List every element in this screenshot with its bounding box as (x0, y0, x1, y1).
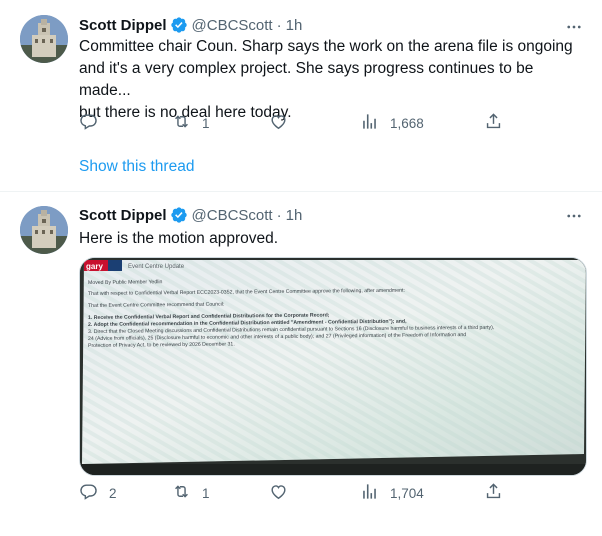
retweet-button[interactable]: 1 (172, 112, 210, 134)
more-icon[interactable] (562, 17, 586, 37)
tweet-photo[interactable]: gary Event Centre Update Moved By Public… (79, 257, 587, 476)
retweet-count: 1 (202, 115, 210, 131)
photo-of-monitor: gary Event Centre Update Moved By Public… (80, 258, 586, 475)
reply-icon (79, 112, 98, 134)
author-handle[interactable]: @CBCScott (192, 207, 273, 224)
share-button[interactable] (484, 482, 503, 504)
document-line: Moved By Public Member Yedlin (88, 279, 163, 286)
separator-dot: · (276, 16, 282, 34)
like-button[interactable] (269, 112, 299, 134)
views-button[interactable]: 1,668 (360, 112, 424, 134)
retweet-icon (172, 112, 191, 134)
media-tab-label: gary (86, 262, 103, 271)
like-button[interactable] (269, 482, 299, 504)
reply-button[interactable] (79, 112, 109, 134)
avatar[interactable] (20, 15, 68, 63)
retweet-button[interactable]: 1 (172, 482, 210, 504)
share-icon (484, 482, 503, 504)
timestamp[interactable]: 1h (286, 17, 303, 34)
timestamp[interactable]: 1h (286, 207, 303, 224)
verified-badge-icon (170, 206, 188, 224)
action-bar: 1 1,668 (79, 112, 509, 134)
author-name[interactable]: Scott Dippel (79, 207, 167, 224)
share-icon (484, 112, 503, 134)
show-thread-link[interactable]: Show this thread (79, 158, 194, 176)
share-button[interactable] (484, 112, 503, 134)
tweet-text: Committee chair Coun. Sharp says the wor… (79, 38, 573, 121)
tweet[interactable]: Scott Dippel @CBCScott · 1h Here is the … (0, 193, 602, 536)
retweet-count: 1 (202, 485, 210, 501)
tweet-text: Here is the motion approved. (79, 230, 279, 247)
views-icon (360, 482, 379, 504)
views-icon (360, 112, 379, 134)
separator-dot: · (276, 206, 282, 224)
media-tab-title: Event Centre Update (128, 264, 185, 270)
verified-badge-icon (170, 16, 188, 34)
tweet-header: Scott Dippel @CBCScott · 1h (79, 204, 302, 226)
retweet-icon (172, 482, 191, 504)
action-bar: 2 1 1,704 (79, 482, 509, 504)
reply-button[interactable]: 2 (79, 482, 117, 504)
avatar[interactable] (20, 206, 68, 254)
author-handle[interactable]: @CBCScott (192, 17, 273, 34)
tweet[interactable]: Scott Dippel @CBCScott · 1h Committee ch… (0, 0, 602, 192)
reply-count: 2 (109, 485, 117, 501)
view-count: 1,704 (390, 485, 424, 501)
views-button[interactable]: 1,704 (360, 482, 424, 504)
reply-icon (79, 482, 98, 504)
more-icon[interactable] (562, 206, 586, 226)
view-count: 1,668 (390, 115, 424, 131)
heart-icon (269, 482, 288, 504)
heart-icon (269, 112, 288, 134)
author-name[interactable]: Scott Dippel (79, 17, 167, 34)
tweet-header: Scott Dippel @CBCScott · 1h (79, 14, 302, 36)
